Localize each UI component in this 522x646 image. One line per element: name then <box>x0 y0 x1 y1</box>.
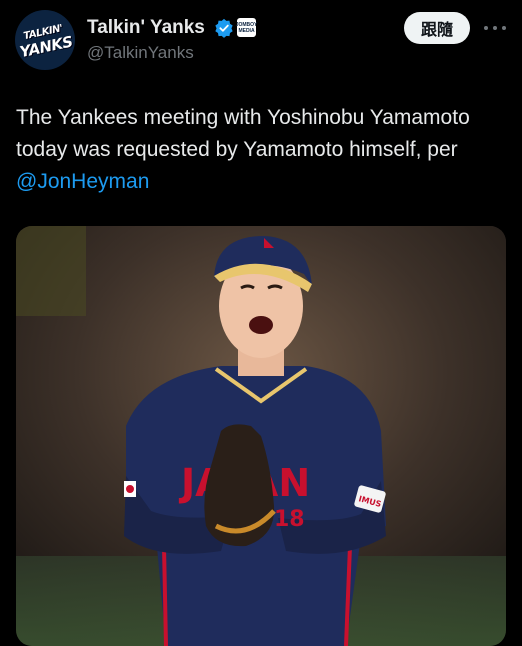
avatar[interactable]: TALKIN' YANKS <box>15 10 75 70</box>
avatar-logo: TALKIN' YANKS <box>16 20 74 61</box>
display-name[interactable]: Talkin' Yanks <box>87 17 205 39</box>
tweet-header: TALKIN' YANKS Talkin' Yanks JOMBOY MEDIA… <box>0 0 522 80</box>
tweet-text: The Yankees meeting with Yoshinobu Yamam… <box>16 102 506 198</box>
follow-button[interactable]: 跟隨 <box>404 12 470 44</box>
jersey-number: 18 <box>274 507 305 532</box>
photo-illustration: JAPAN 18 IMUS <box>16 226 506 646</box>
affiliate-badge[interactable]: JOMBOY MEDIA <box>236 18 257 37</box>
verified-badge-icon <box>215 18 233 38</box>
tweet-text-body: The Yankees meeting with Yoshinobu Yamam… <box>16 106 470 161</box>
tweet-photo[interactable]: JAPAN 18 IMUS <box>16 226 506 646</box>
more-options-icon[interactable] <box>484 18 506 38</box>
mention-link[interactable]: @JonHeyman <box>16 170 149 193</box>
handle[interactable]: @TalkinYanks <box>87 43 194 63</box>
